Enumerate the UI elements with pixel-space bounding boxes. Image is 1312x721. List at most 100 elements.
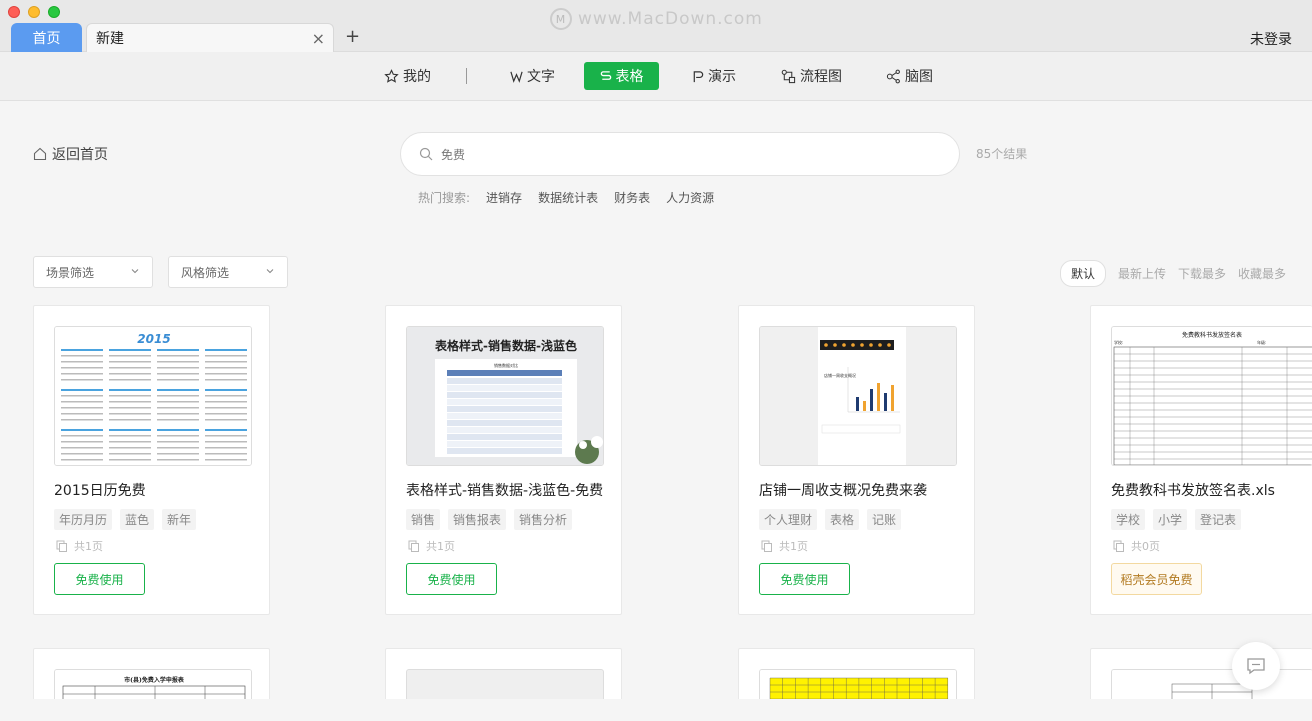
store-thumbnail: 店铺一周收支概况 [760,327,956,465]
tag-list: 销售 销售报表 销售分析 [406,509,573,530]
store-header-dot [860,343,864,347]
star-icon [384,68,399,83]
sort-default[interactable]: 默认 [1060,260,1107,287]
chat-button[interactable] [1232,642,1280,690]
admission-thumb-title: 市(县)免费入学申报表 [124,676,185,684]
calendar-month-header [109,429,151,431]
template-card[interactable]: 2015 2015日历免费 年历月历 蓝色 新年 共1页 免费使用 [33,305,270,615]
hot-keyword[interactable]: 进销存 [486,189,522,206]
calendar-week-row [157,447,199,449]
tag[interactable]: 销售 [406,509,441,530]
calendar-week-row [157,407,199,409]
sales-table-row [447,420,562,426]
tag[interactable]: 个人理财 [759,509,818,530]
sort-downloads[interactable]: 下载最多 [1178,265,1226,282]
sales-table-row [447,413,562,419]
page-count-label: 共0页 [1131,540,1160,553]
calendar-week-row [157,435,199,437]
signsheet-thumbnail: 免费教科书发放签名表 学校: 年级: [1112,327,1312,465]
hot-keyword[interactable]: 数据统计表 [538,189,598,206]
template-thumbnail[interactable]: 免费教科书发放签名表 学校: 年级: [1111,326,1312,466]
template-card[interactable]: 店铺一周收支概况 店铺一周收支概况免费来袭 个人理财 表格 记账 共1页 免费使… [738,305,975,615]
tag[interactable]: 销售报表 [448,509,507,530]
tag[interactable]: 表格 [825,509,860,530]
tag[interactable]: 蓝色 [120,509,155,530]
use-free-button[interactable]: 免费使用 [406,563,497,595]
sales-table-row [447,427,562,433]
nav-presentation[interactable]: 演示 [692,62,736,90]
sort-favorites[interactable]: 收藏最多 [1238,265,1286,282]
category-nav: 我的 文字 表格 演示 流程图 脑图 [0,52,1312,101]
vip-free-button[interactable]: 稻壳会员免费 [1111,563,1202,595]
minimize-window-button[interactable] [28,6,40,18]
nav-mindmap[interactable]: 脑图 [886,62,933,90]
calendar-week-row [205,407,247,409]
tag[interactable]: 销售分析 [514,509,573,530]
style-filter-dropdown[interactable]: 风格筛选 [168,256,288,288]
template-thumbnail[interactable]: 2015 [54,326,252,466]
login-status[interactable]: 未登录 [1250,29,1292,49]
calendar-week-row [157,401,199,403]
calendar-week-row [109,453,151,455]
template-title[interactable]: 表格样式-销售数据-浅蓝色-免费 [406,480,603,500]
calendar-week-row [157,379,199,381]
calendar-week-row [109,401,151,403]
tag[interactable]: 小学 [1153,509,1188,530]
result-count: 85个结果 [976,147,1028,161]
template-thumbnail[interactable]: 表格样式-销售数据-浅蓝色 销售数据对比 [406,326,604,466]
use-free-button[interactable]: 免费使用 [54,563,145,595]
tag[interactable]: 学校 [1111,509,1146,530]
sales-table-row [447,448,562,454]
back-home-link[interactable]: 返回首页 [33,144,108,164]
calendar-week-row [157,395,199,397]
close-icon[interactable]: × [312,29,325,48]
tag[interactable]: 记账 [867,509,902,530]
template-title[interactable]: 免费教科书发放签名表.xls [1111,480,1275,500]
store-header-dot [851,343,855,347]
use-free-button[interactable]: 免费使用 [759,563,850,595]
tab-new[interactable]: 新建 × [86,23,334,52]
sales-table-row [447,385,562,391]
calendar-week-row [205,361,247,363]
sort-newest[interactable]: 最新上传 [1118,265,1166,282]
close-window-button[interactable] [8,6,20,18]
calendar-week-row [61,413,103,415]
template-card[interactable]: 免费教科书发放签名表 学校: 年级: 免费教科书发放签名表.xls 学校 小学 … [1090,305,1312,615]
nav-flowchart[interactable]: 流程图 [781,62,842,90]
calendar-week-row [109,379,151,381]
template-thumbnail[interactable]: 店铺一周收支概况 [759,326,957,466]
add-tab-button[interactable]: + [345,26,360,47]
store-bar [856,397,859,411]
tab-new-label: 新建 [96,31,124,47]
nav-mine[interactable]: 我的 [384,62,431,90]
search-value: 免费 [441,147,466,162]
title-bar: 首页 新建 × + M www.MacDown.com 未登录 [0,0,1312,52]
search-input[interactable]: 免费 [400,132,960,176]
template-title[interactable]: 店铺一周收支概况免费来袭 [759,480,927,500]
tab-home[interactable]: 首页 [11,23,82,52]
scene-filter-dropdown[interactable]: 场景筛选 [33,256,153,288]
tag-list: 个人理财 表格 记账 [759,509,902,530]
template-card[interactable]: 表格样式-销售数据-浅蓝色 销售数据对比 表格样式-销售数据-浅蓝色-免费 销售… [385,305,622,615]
search-icon [419,147,433,161]
calendar-year: 2015 [137,332,170,346]
hot-keyword[interactable]: 财务表 [614,189,650,206]
scene-filter-label: 场景筛选 [46,265,95,280]
calendar-month-header [205,349,247,351]
zoom-window-button[interactable] [48,6,60,18]
calendar-week-row [61,407,103,409]
tag[interactable]: 登记表 [1195,509,1242,530]
template-title[interactable]: 2015日历免费 [54,480,146,500]
nav-label: 表格 [615,69,644,85]
hot-keyword[interactable]: 人力资源 [666,189,714,206]
copy-icon [1113,540,1124,552]
tag[interactable]: 新年 [162,509,197,530]
back-home-label: 返回首页 [52,147,108,163]
nav-spreadsheet[interactable]: 表格 [584,62,659,90]
tag[interactable]: 年历月历 [54,509,113,530]
calendar-week-row [205,419,247,421]
mindmap-icon [886,69,900,83]
nav-writer[interactable]: 文字 [510,62,555,90]
w-icon [510,71,523,83]
calendar-week-row [157,419,199,421]
